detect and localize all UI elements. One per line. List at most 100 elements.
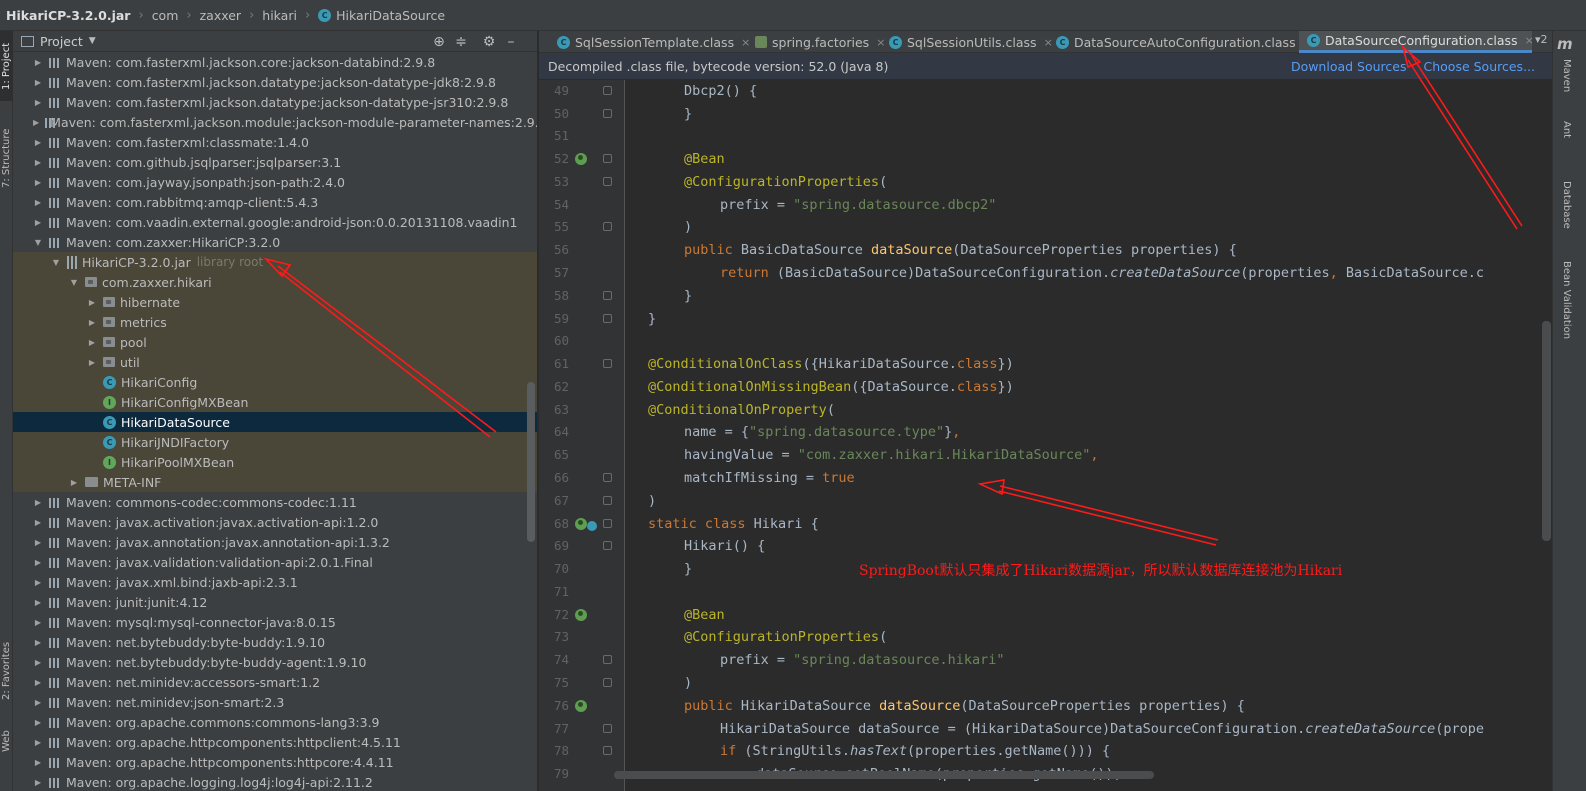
download-sources-link[interactable]: Download Sources	[1291, 59, 1407, 74]
tree-item[interactable]: ▶ META-INF	[13, 472, 537, 492]
tree-item[interactable]: ▶ pool	[13, 332, 537, 352]
expand-arrow-icon[interactable]: ▶	[33, 698, 43, 707]
expand-arrow-icon[interactable]: ▶	[87, 338, 97, 347]
tree-item[interactable]: ▶ hibernate	[13, 292, 537, 312]
expand-arrow-icon[interactable]: ▶	[87, 318, 97, 327]
fold-marker-icon[interactable]	[603, 222, 612, 231]
expand-arrow-icon[interactable]: ▶	[33, 158, 43, 167]
expand-arrow-icon[interactable]: ▶	[69, 478, 79, 487]
ant-tool-tab[interactable]: Ant	[1561, 121, 1572, 138]
tree-item[interactable]: I HikariPoolMXBean	[13, 452, 537, 472]
tree-item[interactable]: ▶ Maven: com.fasterxml.jackson.core:jacks…	[13, 52, 537, 72]
tree-item[interactable]: ▶ Maven: com.github.jsqlparser:jsqlparser…	[13, 152, 537, 172]
tree-item[interactable]: ▶ metrics	[13, 312, 537, 332]
tree-item[interactable]: ▶ Maven: javax.activation:javax.activatio…	[13, 512, 537, 532]
expand-arrow-icon[interactable]: ▶	[33, 78, 43, 87]
fold-marker-icon[interactable]	[603, 86, 612, 95]
structure-tool-tab[interactable]: 7: Structure	[0, 116, 13, 201]
breadcrumb-jar[interactable]: HikariCP-3.2.0.jar	[6, 8, 130, 23]
expand-arrow-icon[interactable]: ▶	[33, 518, 43, 527]
expand-arrow-icon[interactable]: ▶	[33, 778, 43, 787]
fold-marker-icon[interactable]	[603, 746, 612, 755]
expand-arrow-icon[interactable]: ▶	[33, 498, 43, 507]
breadcrumb-com[interactable]: com	[152, 8, 179, 23]
tab-sqlsessionutils[interactable]: C SqlSessionUtils.class ×	[881, 31, 1053, 53]
tab-datasourceautoconfiguration[interactable]: C DataSourceAutoConfiguration.class ×	[1048, 31, 1312, 53]
close-icon[interactable]: ×	[1525, 34, 1534, 47]
breadcrumb-zaxxer[interactable]: zaxxer	[200, 8, 241, 23]
fold-marker-icon[interactable]	[603, 519, 612, 528]
tab-spring-factories[interactable]: spring.factories ×	[747, 31, 885, 53]
tree-item[interactable]: ▶ Maven: com.rabbitmq:amqp-client:5.4.3	[13, 192, 537, 212]
tree-item[interactable]: C HikariConfig	[13, 372, 537, 392]
expand-arrow-icon[interactable]: ▶	[33, 618, 43, 627]
collapse-arrow-icon[interactable]: ▼	[33, 238, 43, 247]
tree-item[interactable]: ▶ Maven: org.apache.httpcomponents:httpco…	[13, 752, 537, 772]
tree-item[interactable]: ▶ Maven: com.fasterxml.jackson.datatype:j…	[13, 92, 537, 112]
bean-validation-tool-tab[interactable]: Bean Validation	[1561, 261, 1572, 339]
tree-item[interactable]: I HikariConfigMXBean	[13, 392, 537, 412]
expand-arrow-icon[interactable]: ▶	[33, 558, 43, 567]
code-area[interactable]: Dbcp2() { } @Bean @ConfigurationProperti…	[626, 80, 1552, 791]
expand-arrow-icon[interactable]: ▶	[33, 538, 43, 547]
fold-marker-icon[interactable]	[603, 359, 612, 368]
project-tool-tab[interactable]: 1: Project	[0, 31, 13, 101]
expand-arrow-icon[interactable]: ▶	[33, 118, 39, 127]
fold-marker-icon[interactable]	[603, 473, 612, 482]
expand-arrow-icon[interactable]: ▶	[33, 138, 43, 147]
tree-item[interactable]: ▶ Maven: net.bytebuddy:byte-buddy:1.9.10	[13, 632, 537, 652]
editor-vertical-scrollbar[interactable]	[1542, 321, 1551, 541]
tree-item[interactable]: ▶ util	[13, 352, 537, 372]
tree-item[interactable]: ▶ Maven: junit:junit:4.12	[13, 592, 537, 612]
expand-arrow-icon[interactable]: ▶	[33, 198, 43, 207]
tree-item[interactable]: ▼ com.zaxxer.hikari	[13, 272, 537, 292]
tree-item[interactable]: ▼ Maven: com.zaxxer:HikariCP:3.2.0	[13, 232, 537, 252]
spring-bean-icon[interactable]	[575, 609, 587, 621]
fold-marker-icon[interactable]	[603, 154, 612, 163]
fold-marker-icon[interactable]	[603, 109, 612, 118]
tree-item[interactable]: ▶ Maven: net.bytebuddy:byte-buddy-agent:1…	[13, 652, 537, 672]
collapse-arrow-icon[interactable]: ▼	[69, 278, 79, 287]
tree-item[interactable]: ▶ Maven: com.vaadin.external.google:andro…	[13, 212, 537, 232]
expand-arrow-icon[interactable]: ▶	[33, 718, 43, 727]
tree-item[interactable]: ▶ Maven: commons-codec:commons-codec:1.11	[13, 492, 537, 512]
tree-item[interactable]: ▶ Maven: com.fasterxml:classmate:1.4.0	[13, 132, 537, 152]
fold-marker-icon[interactable]	[603, 678, 612, 687]
breadcrumb-hikari-datasource[interactable]: HikariDataSource	[336, 8, 445, 23]
editor-horizontal-scrollbar[interactable]	[614, 771, 1154, 779]
breadcrumb-hikari[interactable]: hikari	[262, 8, 297, 23]
tabs-overflow-button[interactable]: ▾2	[1535, 33, 1548, 46]
tree-item[interactable]: ▶ Maven: org.apache.commons:commons-lang3…	[13, 712, 537, 732]
expand-arrow-icon[interactable]: ▶	[87, 298, 97, 307]
expand-arrow-icon[interactable]: ▶	[33, 98, 43, 107]
favorites-tool-tab[interactable]: 2: Favorites	[0, 631, 13, 711]
tree-item[interactable]: ▶ Maven: org.apache.logging.log4j:log4j-a…	[13, 772, 537, 791]
fold-marker-icon[interactable]	[603, 724, 612, 733]
expand-arrow-icon[interactable]: ▶	[33, 638, 43, 647]
fold-marker-icon[interactable]	[603, 177, 612, 186]
tree-item[interactable]: ▶ Maven: javax.xml.bind:jaxb-api:2.3.1	[13, 572, 537, 592]
tree-item[interactable]: ▶ Maven: org.apache.httpcomponents:httpcl…	[13, 732, 537, 752]
fold-marker-icon[interactable]	[603, 496, 612, 505]
fold-marker-icon[interactable]	[603, 655, 612, 664]
tree-item[interactable]: ▶ Maven: com.jayway.jsonpath:json-path:2.…	[13, 172, 537, 192]
tree-scrollbar[interactable]	[527, 382, 535, 542]
tree-item[interactable]: C HikariDataSource	[13, 412, 537, 432]
tab-sqlsessiontemplate[interactable]: C SqlSessionTemplate.class ×	[549, 31, 750, 53]
expand-arrow-icon[interactable]: ▶	[33, 178, 43, 187]
expand-arrow-icon[interactable]: ▶	[33, 658, 43, 667]
tree-item[interactable]: ▶ Maven: javax.validation:validation-api:…	[13, 552, 537, 572]
expand-arrow-icon[interactable]: ▶	[33, 678, 43, 687]
tree-item[interactable]: ▶ Maven: net.minidev:json-smart:2.3	[13, 692, 537, 712]
tree-item[interactable]: ▶ Maven: com.fasterxml.jackson.module:jac…	[13, 112, 537, 132]
gear-icon[interactable]: ⚙	[478, 34, 500, 50]
tree-item[interactable]: ▶ Maven: com.fasterxml.jackson.datatype:j…	[13, 72, 537, 92]
fold-marker-icon[interactable]	[603, 314, 612, 323]
tree-item[interactable]: ▼ HikariCP-3.2.0.jar library root	[13, 252, 537, 272]
expand-arrow-icon[interactable]: ▶	[33, 578, 43, 587]
expand-arrow-icon[interactable]: ▶	[87, 358, 97, 367]
tree-item[interactable]: ▶ Maven: mysql:mysql-connector-java:8.0.1…	[13, 612, 537, 632]
expand-arrow-icon[interactable]: ▶	[33, 738, 43, 747]
chevron-down-icon[interactable]: ▼	[89, 36, 96, 46]
expand-arrow-icon[interactable]: ▶	[33, 758, 43, 767]
